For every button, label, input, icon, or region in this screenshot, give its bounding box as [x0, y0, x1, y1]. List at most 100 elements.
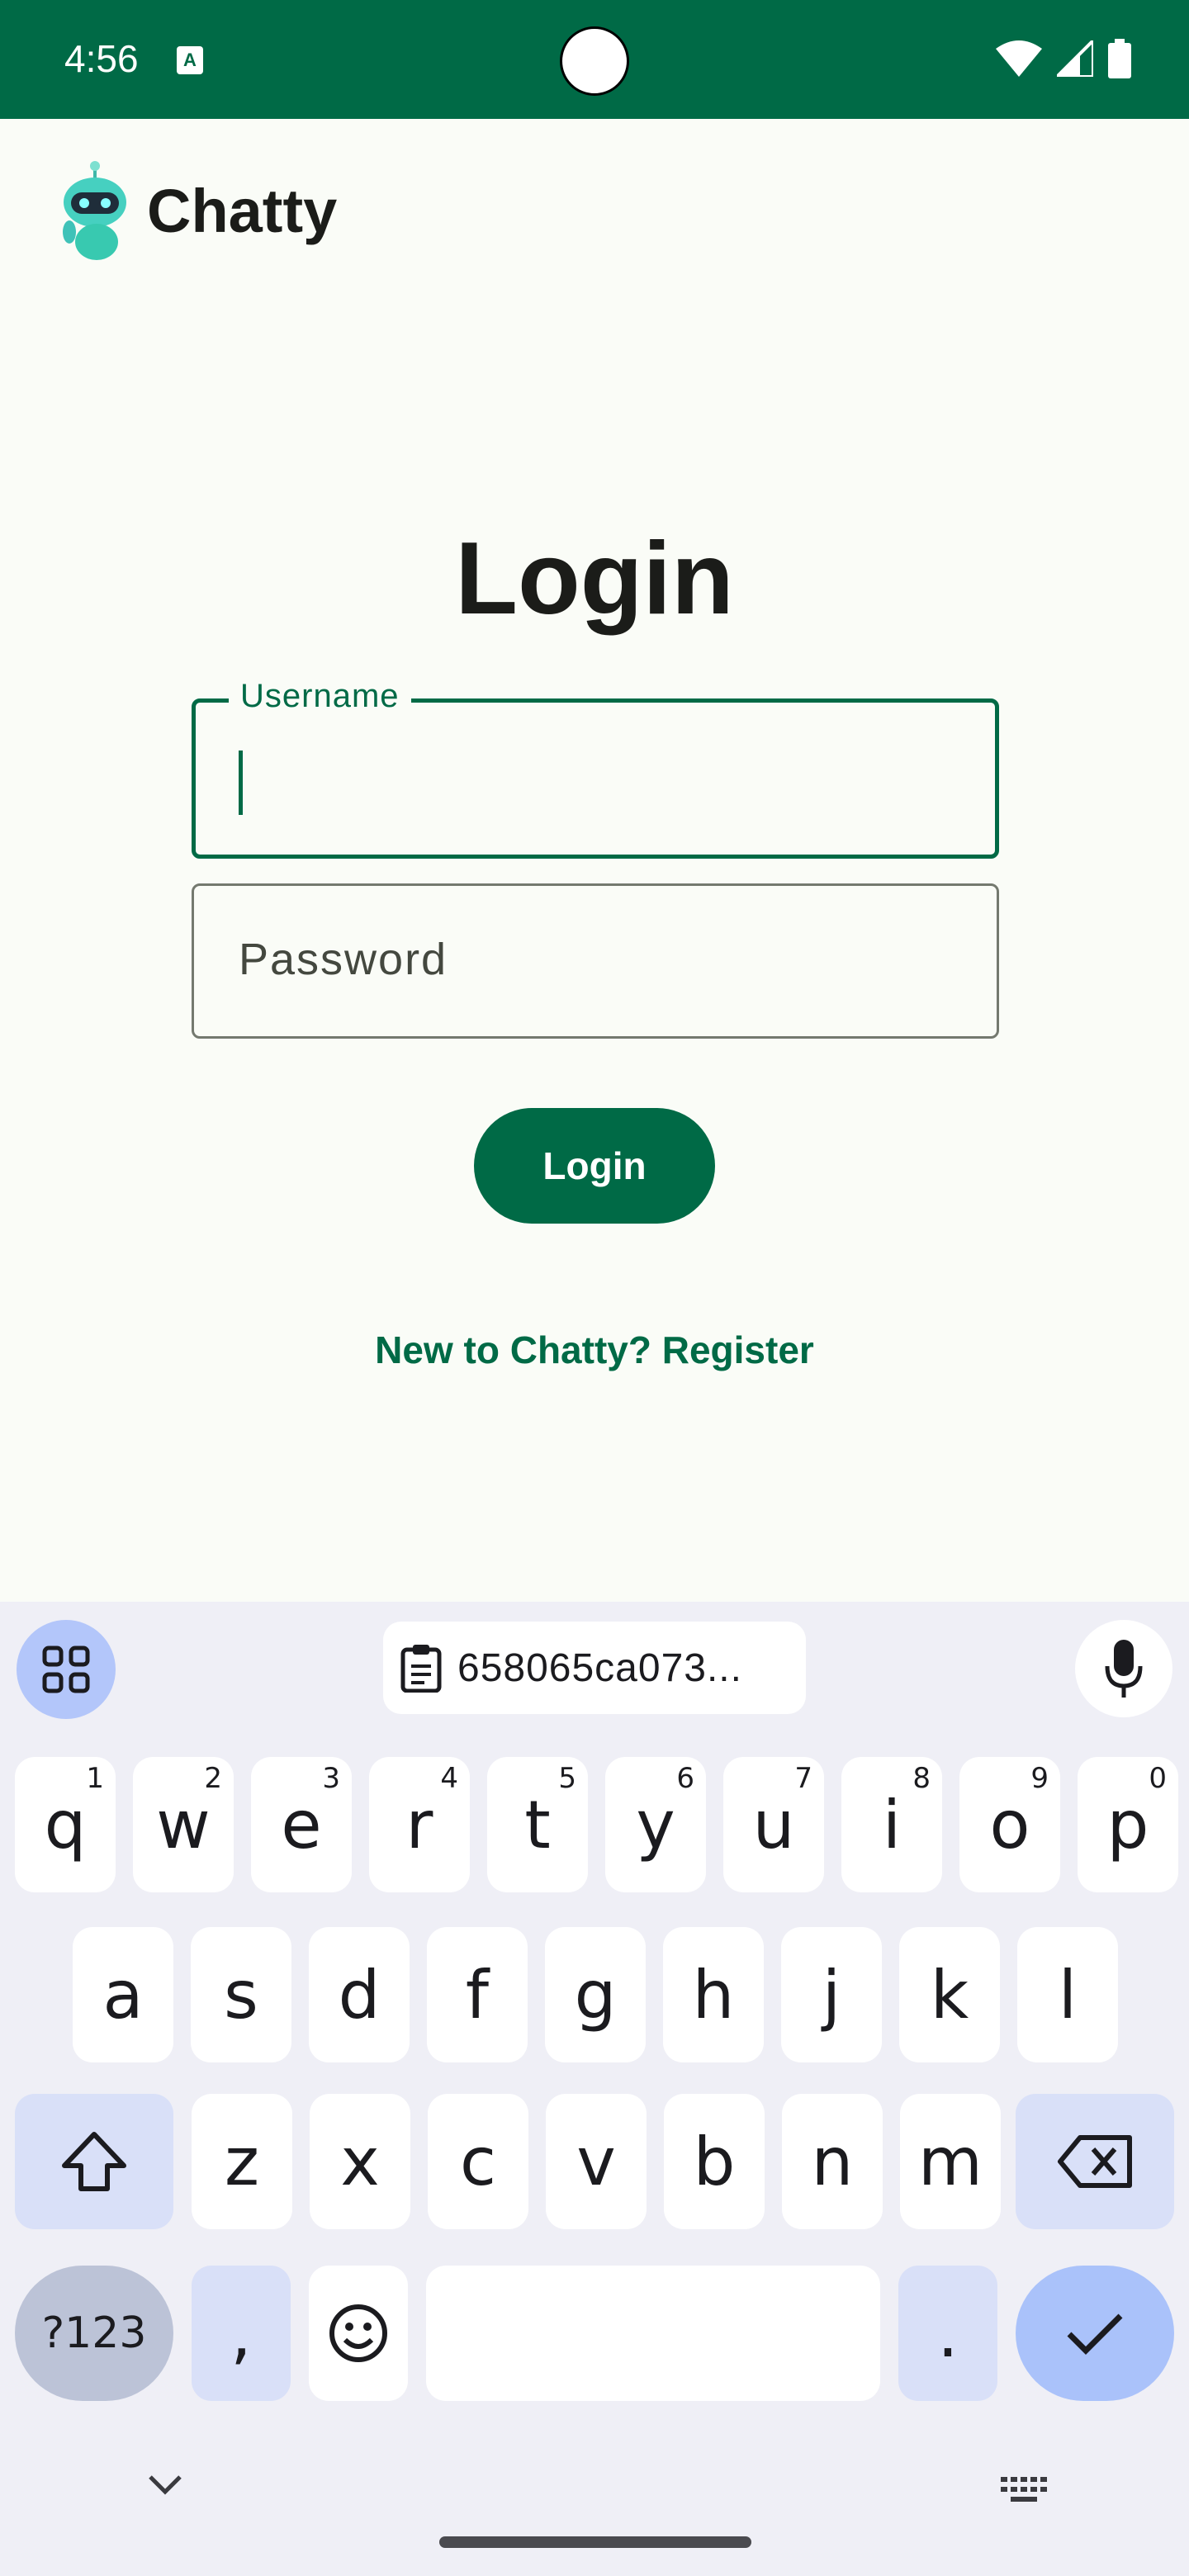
- home-indicator[interactable]: [439, 2536, 751, 2548]
- space-key[interactable]: [426, 2266, 880, 2401]
- app-header: Chatty: [59, 157, 337, 264]
- robot-mascot-icon: [63, 161, 126, 260]
- emoji-icon: [329, 2304, 387, 2362]
- comma-key[interactable]: ,: [192, 2266, 291, 2401]
- signal-icon: [1057, 40, 1093, 77]
- key-q[interactable]: q1: [15, 1757, 116, 1892]
- key-label: j: [822, 1956, 841, 2034]
- key-hint: 4: [440, 1762, 458, 1795]
- key-label: g: [574, 1956, 617, 2034]
- key-u[interactable]: u7: [723, 1757, 824, 1892]
- backspace-key[interactable]: [1016, 2094, 1174, 2229]
- key-v[interactable]: v: [546, 2094, 647, 2229]
- key-label: x: [340, 2123, 380, 2200]
- key-label: k: [930, 1956, 969, 2034]
- key-h[interactable]: h: [663, 1927, 764, 2062]
- key-w[interactable]: w2: [133, 1757, 234, 1892]
- key-label: w: [156, 1786, 211, 1863]
- register-link[interactable]: New to Chatty? Register: [0, 1328, 1189, 1372]
- chevron-down-icon[interactable]: [147, 2474, 183, 2497]
- key-label: i: [882, 1786, 902, 1863]
- camera-cutout: [560, 26, 629, 96]
- key-p[interactable]: p0: [1078, 1757, 1178, 1892]
- key-label: z: [225, 2123, 259, 2200]
- period-key[interactable]: .: [898, 2266, 997, 2401]
- key-c[interactable]: c: [428, 2094, 528, 2229]
- symbols-key[interactable]: ?123: [15, 2266, 173, 2401]
- key-e[interactable]: e3: [251, 1757, 352, 1892]
- key-a[interactable]: a: [73, 1927, 173, 2062]
- key-d[interactable]: d: [309, 1927, 410, 2062]
- clipboard-suggestion[interactable]: 658065ca073...: [383, 1622, 806, 1714]
- grid-icon: [42, 1646, 90, 1693]
- key-o[interactable]: o9: [959, 1757, 1060, 1892]
- key-r[interactable]: r4: [369, 1757, 470, 1892]
- key-label: t: [524, 1786, 551, 1863]
- key-label: l: [1058, 1956, 1078, 2034]
- key-j[interactable]: j: [781, 1927, 882, 2062]
- key-label: r: [405, 1786, 433, 1863]
- key-i[interactable]: i8: [841, 1757, 942, 1892]
- key-hint: 3: [322, 1762, 340, 1795]
- key-label: o: [989, 1786, 1030, 1863]
- key-label: v: [576, 2123, 616, 2200]
- page-title: Login: [455, 522, 734, 636]
- key-label: p: [1106, 1786, 1149, 1863]
- key-k[interactable]: k: [899, 1927, 1000, 2062]
- keyboard-notification-icon: A: [177, 46, 203, 74]
- key-hint: 8: [912, 1762, 931, 1795]
- key-hint: 6: [676, 1762, 694, 1795]
- key-label: y: [636, 1786, 675, 1863]
- key-label: q: [44, 1786, 87, 1863]
- key-n[interactable]: n: [782, 2094, 883, 2229]
- key-x[interactable]: x: [310, 2094, 410, 2229]
- enter-key[interactable]: [1016, 2266, 1174, 2401]
- username-field[interactable]: Username: [192, 678, 999, 859]
- key-hint: 2: [204, 1762, 222, 1795]
- app-title: Chatty: [147, 176, 338, 245]
- clipboard-icon: [400, 1645, 442, 1693]
- key-label: a: [102, 1956, 144, 2034]
- key-hint: 7: [794, 1762, 812, 1795]
- key-m[interactable]: m: [900, 2094, 1001, 2229]
- key-hint: 1: [86, 1762, 104, 1795]
- shift-key[interactable]: [15, 2094, 173, 2229]
- key-f[interactable]: f: [427, 1927, 528, 2062]
- key-label: m: [918, 2123, 983, 2200]
- emoji-key[interactable]: [309, 2266, 408, 2401]
- key-label: n: [811, 2123, 854, 2200]
- key-s[interactable]: s: [191, 1927, 291, 2062]
- status-icons: [996, 36, 1131, 81]
- key-z[interactable]: z: [192, 2094, 292, 2229]
- key-label: f: [465, 1956, 490, 2034]
- clipboard-text: 658065ca073...: [457, 1646, 742, 1690]
- key-l[interactable]: l: [1017, 1927, 1118, 2062]
- password-field[interactable]: Password: [192, 883, 999, 1039]
- on-screen-keyboard: 658065ca073...: [0, 1602, 1189, 2576]
- microphone-icon: [1105, 1640, 1143, 1698]
- password-placeholder: Password: [239, 935, 448, 984]
- keyboard-apps-button[interactable]: [17, 1620, 116, 1719]
- status-time: 4:56: [64, 37, 139, 80]
- shift-icon: [62, 2132, 126, 2191]
- key-g[interactable]: g: [545, 1927, 646, 2062]
- key-label: c: [460, 2123, 496, 2200]
- key-y[interactable]: y6: [605, 1757, 706, 1892]
- backspace-icon: [1058, 2135, 1132, 2188]
- key-label: s: [224, 1956, 258, 2034]
- login-button[interactable]: Login: [474, 1108, 715, 1224]
- key-label: b: [693, 2123, 736, 2200]
- voice-input-button[interactable]: [1075, 1620, 1172, 1717]
- key-t[interactable]: t5: [487, 1757, 588, 1892]
- checkmark-icon: [1067, 2313, 1123, 2355]
- key-hint: 9: [1030, 1762, 1049, 1795]
- key-b[interactable]: b: [664, 2094, 765, 2229]
- key-label: u: [752, 1786, 795, 1863]
- username-label: Username: [229, 678, 411, 715]
- key-label: e: [281, 1786, 322, 1863]
- wifi-icon: [996, 40, 1042, 77]
- key-label: d: [338, 1956, 381, 2034]
- key-hint: 5: [558, 1762, 576, 1795]
- keyboard-switch-icon[interactable]: [999, 2474, 1049, 2507]
- text-caret: [239, 751, 243, 815]
